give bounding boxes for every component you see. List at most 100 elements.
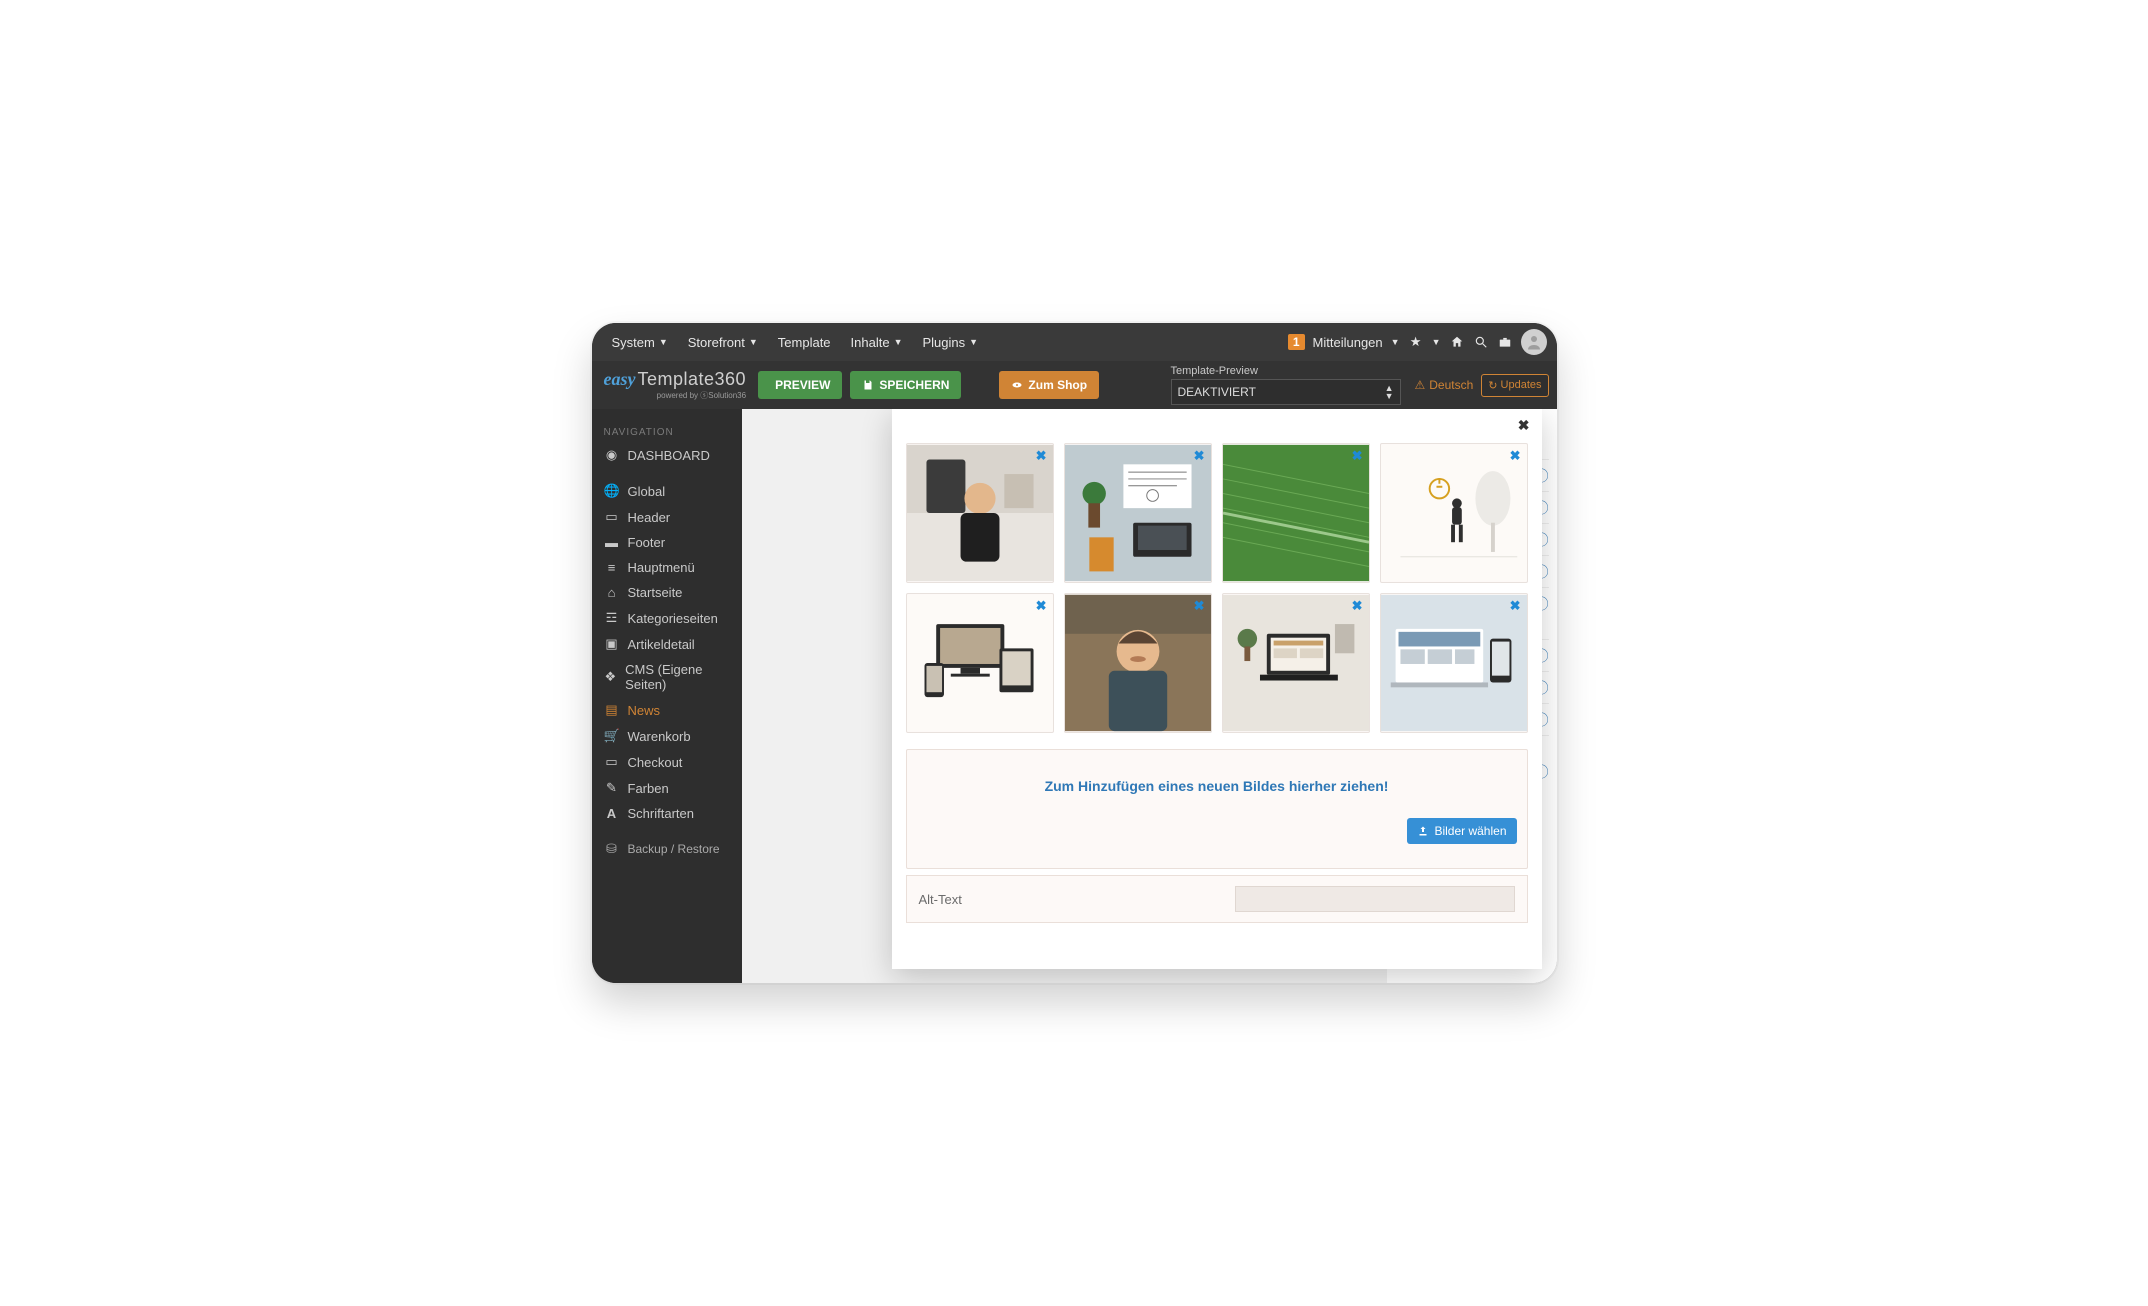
window-icon: ▭	[604, 509, 620, 525]
top-menu: System▼ Storefront▼ Template Inhalte▼ Pl…	[602, 325, 989, 360]
sidebar: NAVIGATION ◉DASHBOARD 🌐Global ▭Header ▬F…	[592, 409, 742, 983]
language-selector[interactable]: ⚠ Deutsch	[1415, 378, 1474, 392]
sidebar-item-schriftarten[interactable]: ASchriftarten	[592, 801, 742, 826]
label: PREVIEW	[775, 378, 830, 392]
device-frame: System▼ Storefront▼ Template Inhalte▼ Pl…	[592, 323, 1557, 983]
thumb-website-preview[interactable]: ✖	[1380, 593, 1528, 733]
sidebar-item-news[interactable]: ▤News	[592, 697, 742, 723]
logo-tpl: Template360	[637, 369, 746, 390]
thumb-laptop-showcase[interactable]: ✖	[1222, 593, 1370, 733]
delete-icon[interactable]: ✖	[1194, 598, 1205, 614]
basket-icon: 🛒	[604, 728, 620, 744]
updown-icon: ▲▼	[1385, 384, 1394, 400]
caret-down-icon: ▼	[659, 337, 668, 347]
topbar-right: 1 Mitteilungen ▼ ★▼	[1288, 329, 1547, 355]
topmenu-storefront[interactable]: Storefront▼	[678, 325, 768, 360]
language-label: Deutsch	[1429, 378, 1473, 392]
sidebar-item-checkout[interactable]: ▭ Checkout	[592, 749, 742, 775]
thumb-man-portrait[interactable]: ✖	[1064, 593, 1212, 733]
label: Checkout	[628, 755, 683, 770]
label: Bilder wählen	[1434, 824, 1506, 838]
sidebar-item-global[interactable]: 🌐Global	[592, 478, 742, 504]
save-button[interactable]: SPEICHERN	[850, 371, 961, 399]
alt-text-input[interactable]	[1235, 886, 1515, 912]
delete-icon[interactable]: ✖	[1352, 598, 1363, 614]
label: Footer	[628, 535, 666, 550]
notifications-label[interactable]: Mitteilungen	[1313, 335, 1383, 350]
label: Warenkorb	[628, 729, 691, 744]
updates-button[interactable]: ↻ Updates	[1481, 374, 1548, 397]
sidebar-item-farben[interactable]: ✎Farben	[592, 775, 742, 801]
close-icon[interactable]: ✖	[1518, 417, 1530, 434]
label: SPEICHERN	[879, 378, 949, 392]
choose-images-button[interactable]: Bilder wählen	[1407, 818, 1516, 844]
hdd-icon: ⛁	[604, 841, 620, 857]
label: Storefront	[688, 335, 745, 350]
thumb-woman-office[interactable]: ✖	[906, 443, 1054, 583]
sidebar-item-header[interactable]: ▭Header	[592, 504, 742, 530]
label: Kategorieseiten	[628, 611, 718, 626]
delete-icon[interactable]: ✖	[1352, 448, 1363, 464]
caret-down-icon: ▼	[894, 337, 903, 347]
warning-icon: ⚠	[1415, 378, 1426, 392]
sidebar-item-startseite[interactable]: ⌂ Startseite	[592, 580, 742, 605]
delete-icon[interactable]: ✖	[1510, 448, 1521, 464]
thumb-illustration[interactable]: ✖	[1380, 443, 1528, 583]
font-icon: A	[604, 806, 620, 821]
upload-icon	[1417, 825, 1429, 837]
label: System	[612, 335, 655, 350]
dropzone[interactable]: Zum Hinzufügen eines neuen Bildes hierhe…	[906, 749, 1528, 869]
briefcase-icon[interactable]	[1497, 334, 1513, 350]
alt-text-row: Alt-Text	[906, 875, 1528, 923]
label: Startseite	[628, 585, 683, 600]
sidebar-item-footer[interactable]: ▬ Footer	[592, 530, 742, 555]
image-picker-modal: ✖ ✖ ✖ ✖	[892, 409, 1542, 969]
notifications-count: 1	[1288, 334, 1305, 350]
delete-icon[interactable]: ✖	[1036, 448, 1047, 464]
preview-button[interactable]: PREVIEW	[758, 371, 842, 399]
topmenu-plugins[interactable]: Plugins▼	[913, 325, 989, 360]
star-icon[interactable]: ★	[1408, 334, 1424, 350]
label: Inhalte	[851, 335, 890, 350]
sidebar-item-cms[interactable]: ❖CMS (Eigene Seiten)	[592, 657, 742, 697]
delete-icon[interactable]: ✖	[1194, 448, 1205, 464]
sidebar-item-dashboard[interactable]: ◉DASHBOARD	[592, 442, 742, 468]
eye-icon	[1011, 379, 1023, 391]
gauge-icon: ◉	[604, 447, 620, 463]
home-icon[interactable]	[1449, 334, 1465, 350]
dropzone-text: Zum Hinzufügen eines neuen Bildes hierhe…	[1045, 778, 1389, 794]
preview-label: Template-Preview	[1171, 365, 1401, 377]
avatar[interactable]	[1521, 329, 1547, 355]
save-icon	[862, 379, 874, 391]
delete-icon[interactable]: ✖	[1036, 598, 1047, 614]
caret-down-icon: ▼	[969, 337, 978, 347]
home-icon: ⌂	[604, 585, 620, 600]
sidebar-item-warenkorb[interactable]: 🛒 Warenkorb	[592, 723, 742, 749]
sidebar-item-hauptmenu[interactable]: ≡Hauptmenü	[592, 555, 742, 580]
search-icon[interactable]	[1473, 334, 1489, 350]
topmenu-inhalte[interactable]: Inhalte ▼	[841, 325, 913, 360]
sidebar-item-backup[interactable]: ⛁Backup / Restore	[592, 836, 742, 862]
template-preview-field: Template-Preview DEAKTIVIERT ▲▼	[1171, 365, 1401, 405]
cube-icon: ▣	[604, 636, 620, 652]
label: Plugins	[923, 335, 966, 350]
caret-down-icon: ▼	[1391, 337, 1400, 347]
to-shop-button[interactable]: Zum Shop	[999, 371, 1099, 399]
preview-select[interactable]: DEAKTIVIERT ▲▼	[1171, 379, 1401, 405]
app-body: NAVIGATION ◉DASHBOARD 🌐Global ▭Header ▬F…	[592, 409, 1557, 983]
sidebar-item-kategorie[interactable]: ☲Kategorieseiten	[592, 605, 742, 631]
thumb-desk-laptop[interactable]: ✖	[1064, 443, 1212, 583]
topbar: System▼ Storefront▼ Template Inhalte▼ Pl…	[592, 323, 1557, 361]
label: CMS (Eigene Seiten)	[625, 662, 729, 692]
thumb-green-leaf[interactable]: ✖	[1222, 443, 1370, 583]
thumb-devices[interactable]: ✖	[906, 593, 1054, 733]
minus-icon: ▬	[604, 535, 620, 550]
subbar: easy Template360 powered by ⓢSolution36 …	[592, 361, 1557, 409]
sidebar-item-artikeldetail[interactable]: ▣Artikeldetail	[592, 631, 742, 657]
topmenu-template[interactable]: Template	[768, 325, 841, 360]
topmenu-system[interactable]: System ▼	[602, 325, 678, 360]
credit-icon: ▭	[604, 754, 620, 770]
label: Farben	[628, 781, 669, 796]
delete-icon[interactable]: ✖	[1510, 598, 1521, 614]
preview-value: DEAKTIVIERT	[1178, 385, 1256, 399]
